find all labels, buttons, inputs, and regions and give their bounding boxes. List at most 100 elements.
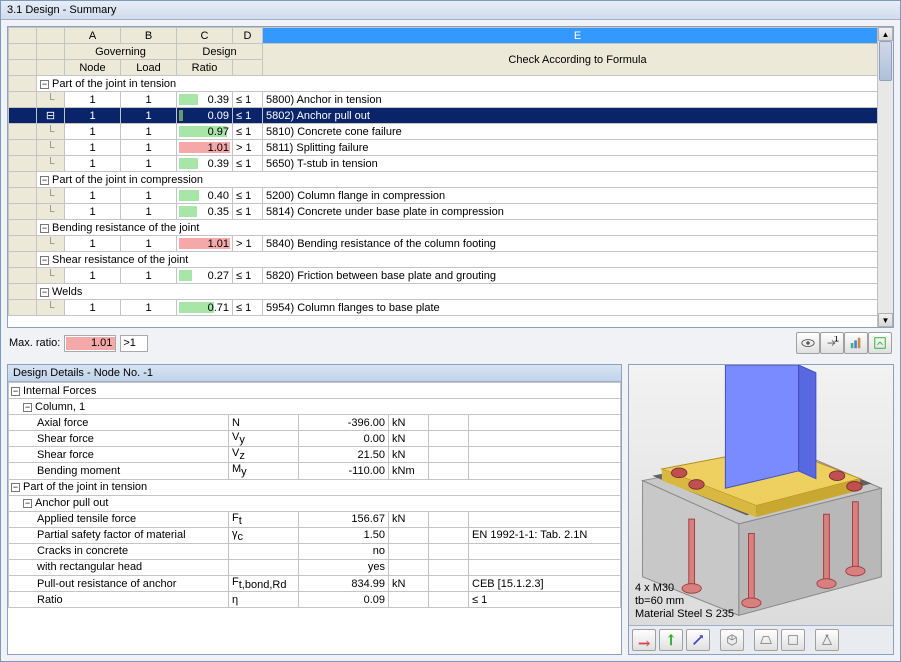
collapse-icon[interactable]: − [40,256,49,265]
cell-desc[interactable]: 5650) T-stub in tension [263,156,893,172]
tree-branch: └ [37,188,65,204]
goto-icon[interactable]: 1 [820,332,844,354]
details-value: 0.09 [299,592,389,608]
details-group[interactable]: −Anchor pull out [9,495,621,511]
cell-ratio[interactable]: 0.40 [177,188,233,204]
cell-load[interactable]: 1 [121,124,177,140]
col-letter: E [263,28,893,44]
model-viewer[interactable]: 4 x M30 tb=60 mm Material Steel S 235 [628,364,894,655]
cell-desc[interactable]: 5800) Anchor in tension [263,92,893,108]
box-icon[interactable] [781,629,805,651]
group-row[interactable]: −Part of the joint in tension [37,76,893,92]
collapse-icon[interactable]: − [11,483,20,492]
group-row[interactable]: −Part of the joint in compression [37,172,893,188]
cell-desc[interactable]: 5954) Column flanges to base plate [263,300,893,316]
row-header [9,284,37,300]
cell-ratio[interactable]: 0.97 [177,124,233,140]
scroll-thumb[interactable] [879,41,892,81]
chart-icon[interactable] [844,332,868,354]
collapse-icon[interactable]: − [23,499,32,508]
collapse-icon[interactable]: − [40,288,49,297]
cell-node[interactable]: 1 [65,140,121,156]
axis-y-icon[interactable] [659,629,683,651]
cell-load[interactable]: 1 [121,188,177,204]
cell-load[interactable]: 1 [121,140,177,156]
cell-node[interactable]: 1 [65,156,121,172]
cell-node[interactable]: 1 [65,124,121,140]
details-group[interactable]: −Internal Forces [9,383,621,399]
col-load: Load [121,60,177,76]
tree-branch: └ [37,92,65,108]
cell-load[interactable]: 1 [121,300,177,316]
col-letter: C [177,28,233,44]
export-icon[interactable] [868,332,892,354]
cell-load[interactable]: 1 [121,108,177,124]
cell-desc[interactable]: 5840) Bending resistance of the column f… [263,236,893,252]
row-header [9,300,37,316]
details-value: -396.00 [299,415,389,431]
cell-ratio[interactable]: 0.09 [177,108,233,124]
cell-node[interactable]: 1 [65,204,121,220]
details-value: 21.50 [299,447,389,463]
cell-ratio[interactable]: 1.01 [177,140,233,156]
details-ref [469,559,621,575]
details-spacer [429,511,469,527]
collapse-icon[interactable]: − [40,176,49,185]
cell-ratio[interactable]: 0.39 [177,92,233,108]
cell-node[interactable]: 1 [65,188,121,204]
collapse-icon[interactable]: − [40,80,49,89]
cell-desc[interactable]: 5814) Concrete under base plate in compr… [263,204,893,220]
design-summary-grid[interactable]: A B C D E Governing Design Check Accordi… [7,26,894,328]
cell-desc[interactable]: 5811) Splitting failure [263,140,893,156]
group-row[interactable]: −Welds [37,284,893,300]
cell-desc[interactable]: 5820) Friction between base plate and gr… [263,268,893,284]
cell-cmp: ≤ 1 [233,108,263,124]
details-group[interactable]: −Column, 1 [9,399,621,415]
cell-desc[interactable]: 5802) Anchor pull out [263,108,893,124]
cell-ratio[interactable]: 0.71 [177,300,233,316]
details-group[interactable]: −Part of the joint in tension [9,479,621,495]
cell-node[interactable]: 1 [65,236,121,252]
cell-load[interactable]: 1 [121,92,177,108]
cell-ratio[interactable]: 0.35 [177,204,233,220]
col-letter: B [121,28,177,44]
cell-ratio[interactable]: 1.01 [177,236,233,252]
cell-node[interactable]: 1 [65,92,121,108]
cell-node[interactable]: 1 [65,108,121,124]
cell-ratio[interactable]: 0.27 [177,268,233,284]
scroll-down[interactable]: ▼ [878,313,893,327]
details-symbol: N [229,415,299,431]
scroll-up[interactable]: ▲ [878,27,893,41]
cell-load[interactable]: 1 [121,156,177,172]
view-cone-icon[interactable] [815,629,839,651]
axis-x-icon[interactable] [632,629,656,651]
tree-branch: └ [37,140,65,156]
details-grid[interactable]: −Internal Forces−Column, 1Axial force N … [8,382,621,654]
axis-z-icon[interactable] [686,629,710,651]
details-ref: EN 1992-1-1: Tab. 2.1N [469,527,621,543]
row-header [9,172,37,188]
cell-load[interactable]: 1 [121,204,177,220]
cell-load[interactable]: 1 [121,236,177,252]
cell-desc[interactable]: 5810) Concrete cone failure [263,124,893,140]
cell-ratio[interactable]: 0.39 [177,156,233,172]
cell-desc[interactable]: 5200) Column flange in compression [263,188,893,204]
group-row[interactable]: −Bending resistance of the joint [37,220,893,236]
grid-scrollbar[interactable]: ▲ ▼ [877,27,893,327]
cell-node[interactable]: 1 [65,300,121,316]
cell-load[interactable]: 1 [121,268,177,284]
details-label: Shear force [9,431,229,447]
details-label: Applied tensile force [9,511,229,527]
cell-node[interactable]: 1 [65,268,121,284]
details-spacer [429,592,469,608]
collapse-icon[interactable]: − [23,403,32,412]
collapse-icon[interactable]: − [40,224,49,233]
eye-icon[interactable] [796,332,820,354]
row-header [9,92,37,108]
collapse-icon[interactable]: − [11,387,20,396]
group-row[interactable]: −Shear resistance of the joint [37,252,893,268]
row-header [9,124,37,140]
perspective-icon[interactable] [754,629,778,651]
iso-icon[interactable] [720,629,744,651]
max-ratio-label: Max. ratio: [9,337,60,349]
